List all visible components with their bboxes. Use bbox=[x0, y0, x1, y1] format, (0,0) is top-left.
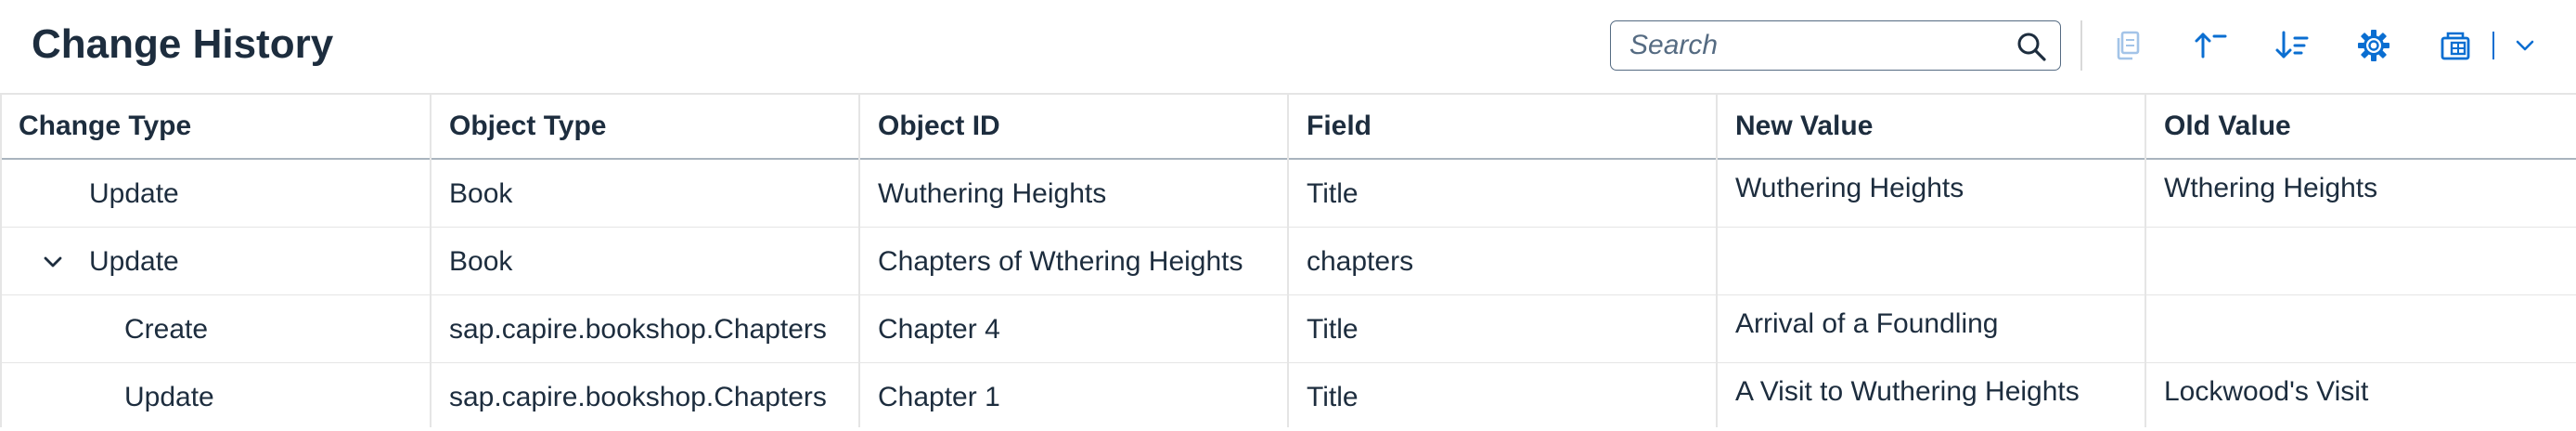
object-type-cell: sap.capire.bookshop.Chapters bbox=[449, 382, 827, 412]
copy-button[interactable] bbox=[2101, 20, 2157, 71]
search-input[interactable] bbox=[1628, 21, 2003, 70]
new-value-cell: A Visit to Wuthering Heights bbox=[1735, 376, 2080, 407]
field-cell: Title bbox=[1307, 314, 1359, 345]
column-divider bbox=[430, 93, 431, 427]
column-divider bbox=[858, 93, 860, 427]
new-value-cell: Wuthering Heights bbox=[1735, 173, 1964, 203]
page-title: Change History bbox=[32, 21, 334, 67]
column-divider bbox=[0, 93, 2, 427]
sort-descending-button[interactable] bbox=[2264, 20, 2320, 71]
old-value-cell: Wthering Heights bbox=[2164, 173, 2378, 203]
column-divider bbox=[1716, 93, 1718, 427]
old-value-cell bbox=[2145, 228, 2576, 239]
chevron-down-icon[interactable] bbox=[41, 250, 65, 274]
chevron-down-icon bbox=[2516, 40, 2534, 51]
object-type-cell: sap.capire.bookshop.Chapters bbox=[449, 314, 827, 345]
column-header-object-id[interactable]: Object ID bbox=[859, 93, 1288, 160]
field-cell: Title bbox=[1307, 178, 1359, 209]
column-header-new-value[interactable]: New Value bbox=[1717, 93, 2145, 160]
change-type-cell: Update bbox=[124, 382, 214, 412]
export-button[interactable] bbox=[2428, 20, 2483, 71]
sort-descending-icon bbox=[2275, 31, 2309, 59]
column-divider bbox=[2145, 93, 2146, 427]
old-value-cell: Lockwood's Visit bbox=[2164, 376, 2369, 407]
column-header-object-type[interactable]: Object Type bbox=[431, 93, 859, 160]
export-separator bbox=[2492, 32, 2494, 59]
object-id-cell: Chapter 4 bbox=[878, 314, 1000, 345]
change-history-table: Change Type Object Type Object ID Field … bbox=[0, 93, 2576, 427]
column-header-old-value[interactable]: Old Value bbox=[2145, 93, 2576, 160]
search-icon[interactable] bbox=[2016, 31, 2047, 62]
export-icon bbox=[2441, 32, 2470, 60]
new-value-cell: Arrival of a Foundling bbox=[1735, 308, 1999, 339]
object-type-cell: Book bbox=[449, 178, 513, 209]
search-field[interactable] bbox=[1610, 20, 2061, 71]
new-value-cell bbox=[1717, 228, 2145, 239]
sort-ascending-icon bbox=[2195, 33, 2227, 59]
settings-button[interactable] bbox=[2346, 20, 2402, 71]
object-id-cell: Chapters of Wthering Heights bbox=[878, 246, 1243, 277]
change-type-cell: Update bbox=[89, 178, 179, 209]
change-type-cell: Update bbox=[89, 246, 179, 277]
field-cell: Title bbox=[1307, 382, 1359, 412]
sort-ascending-button[interactable] bbox=[2183, 20, 2238, 71]
export-menu-button[interactable] bbox=[2500, 20, 2550, 71]
column-header-change-type[interactable]: Change Type bbox=[0, 93, 431, 160]
field-cell: chapters bbox=[1307, 246, 1414, 277]
column-header-field[interactable]: Field bbox=[1288, 93, 1717, 160]
object-id-cell: Chapter 1 bbox=[878, 382, 1000, 412]
copy-icon bbox=[2117, 31, 2140, 60]
settings-icon bbox=[2358, 30, 2389, 61]
toolbar-separator bbox=[2080, 20, 2082, 71]
object-id-cell: Wuthering Heights bbox=[878, 178, 1107, 209]
old-value-cell bbox=[2145, 295, 2576, 307]
column-divider bbox=[1287, 93, 1289, 427]
object-type-cell: Book bbox=[449, 246, 513, 277]
change-type-cell: Create bbox=[124, 314, 209, 345]
